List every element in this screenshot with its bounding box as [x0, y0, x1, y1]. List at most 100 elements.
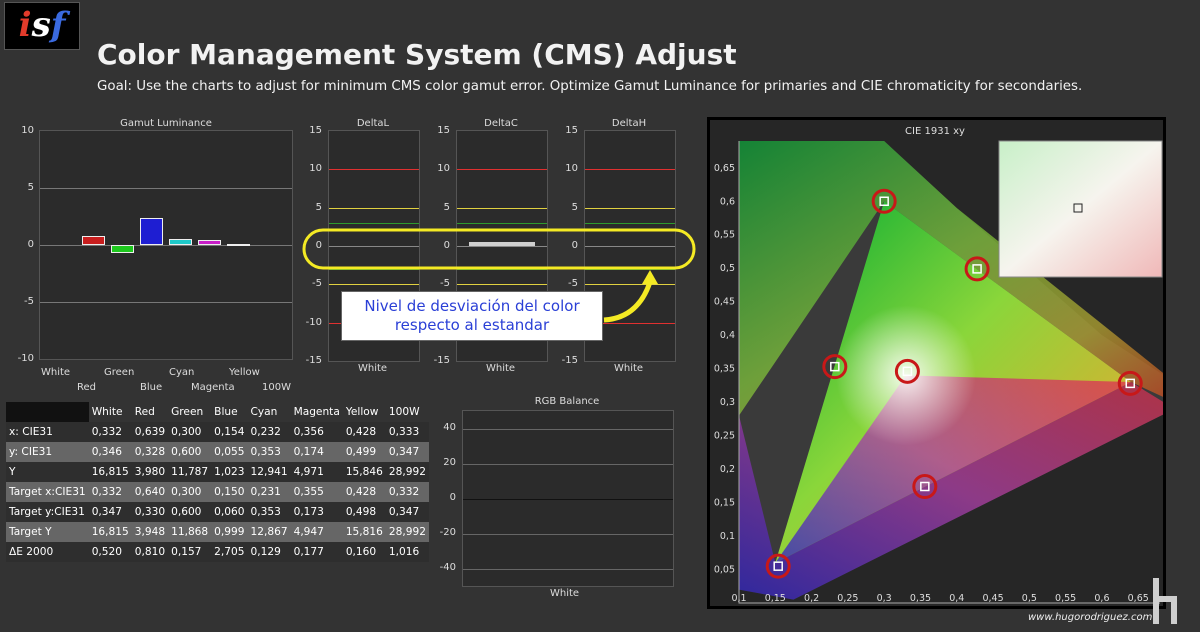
cie-ytick: 0,6 [720, 196, 735, 207]
gamut-ytick: 0 [27, 239, 34, 250]
gamut-chart-title: Gamut Luminance [120, 118, 212, 129]
table-row: x: CIE31 0,332 0,639 0,300 0,154 0,232 0,356 0,… [6, 422, 429, 442]
table-cell: 0,150 [211, 482, 248, 502]
annotation-line: respecto al estandar [394, 316, 550, 334]
cie-xtick: 0,15 [765, 593, 786, 604]
gamut-luminance-plot [39, 130, 293, 360]
threshold-line [329, 169, 419, 171]
table-cell: 0,640 [131, 482, 169, 502]
delta-ytick: -5 [440, 278, 450, 290]
gridline [40, 245, 292, 246]
gamut-xlabel: Magenta [191, 382, 235, 393]
table-cell: 0,231 [247, 482, 291, 502]
cie-xtick: 0,65 [1128, 593, 1149, 604]
table-cell: 15,816 [342, 522, 386, 542]
table-cell: 0,157 [168, 542, 212, 562]
threshold-line [457, 169, 547, 171]
gridline [40, 188, 292, 189]
page-title: Color Management System (CMS) Adjust [97, 38, 737, 71]
rgb-ytick: 20 [443, 457, 456, 468]
rgb-ytick: 40 [443, 422, 456, 433]
gamut-xlabel: White [41, 367, 71, 378]
table-cell: 1,016 [385, 542, 429, 562]
table-cell: 11,787 [168, 462, 212, 482]
table-row: Target Y 16,815 3,948 11,868 0,999 12,867 4,94… [6, 522, 429, 542]
threshold-line [457, 223, 547, 224]
threshold-line [457, 284, 547, 286]
table-cell: 0,600 [168, 502, 212, 522]
table-cell: 0,154 [211, 422, 248, 442]
table-cell: 0,129 [247, 542, 291, 562]
table-cell: 0,353 [247, 442, 291, 462]
table-cell: 4,971 [290, 462, 343, 482]
highlight-ellipse [302, 228, 696, 270]
table-cell: 28,992 [385, 522, 429, 542]
table-cell: 0,174 [290, 442, 343, 462]
gamut-ytick: -10 [17, 353, 34, 364]
table-row-label: Target y:CIE31 [6, 502, 89, 522]
gamut-bar-magenta [198, 240, 221, 245]
table-cell: 0,060 [211, 502, 248, 522]
table-cell: 0,639 [131, 422, 169, 442]
table-header-cell: 100W [385, 402, 429, 422]
delta-ytick: -10 [305, 316, 322, 328]
delta-ytick: 10 [309, 163, 322, 175]
table-cell: 1,023 [211, 462, 248, 482]
gamut-xlabel: Red [77, 382, 96, 393]
gridline [463, 568, 673, 570]
table-cell: 2,705 [211, 542, 248, 562]
table-row: Target y:CIE31 0,347 0,330 0,600 0,060 0,353 0… [6, 502, 429, 522]
cie-ytick: 0,35 [714, 364, 735, 375]
table-cell: 11,868 [168, 522, 212, 542]
gamut-ytick: 5 [27, 182, 34, 193]
table-cell: 0,520 [88, 542, 132, 562]
threshold-line [329, 223, 419, 224]
cie-diagram: 0,65 0,6 0,55 0,5 0,45 0,4 0,35 0,3 0,25 0,2 0,15 0… [714, 140, 1163, 604]
cie-ytick: 0,25 [714, 431, 735, 442]
delta-ytick: -5 [312, 278, 322, 290]
cie-ytick: 0,05 [714, 565, 735, 576]
cie-ytick: 0,4 [720, 330, 735, 341]
table-cell: 0,356 [290, 422, 343, 442]
gridline [463, 428, 673, 430]
threshold-line [585, 169, 675, 171]
table-cell: 0,498 [342, 502, 386, 522]
threshold-line [585, 207, 675, 209]
table-cell: 0,330 [131, 502, 169, 522]
gridline [463, 498, 673, 500]
table-cell: 0,300 [168, 482, 212, 502]
table-cell: 0,300 [168, 422, 212, 442]
table-cell: 0,328 [131, 442, 169, 462]
cie-ytick: 0,2 [720, 464, 735, 475]
cie-xtick: 0,1 [731, 593, 746, 604]
table-header-cell [6, 402, 89, 422]
cie-xtick: 0,25 [837, 593, 858, 604]
annotation-callout: Nivel de desviación del color respecto a… [341, 291, 603, 341]
gamut-xlabel: 100W [262, 382, 291, 393]
cie-ytick: 0,5 [720, 263, 735, 274]
cie-xtick: 0,5 [1022, 593, 1037, 604]
table-header-cell: Green [168, 402, 212, 422]
threshold-line [457, 207, 547, 209]
table-cell: 0,353 [247, 502, 291, 522]
table-cell: 0,055 [211, 442, 248, 462]
rgb-xlabel: White [550, 588, 580, 599]
delta-ytick: -15 [433, 354, 450, 366]
gridline [40, 302, 292, 303]
rgb-ytick: -40 [439, 562, 456, 573]
table-header-cell: Cyan [247, 402, 291, 422]
table-cell: 28,992 [385, 462, 429, 482]
deltaL-title: DeltaL [356, 118, 390, 129]
measurement-table: White Red Green Blue Cyan Magenta Yellow 100W x:… [6, 402, 429, 562]
delta-ytick: 10 [437, 163, 450, 175]
deltaC-title: DeltaC [484, 118, 518, 129]
hr-logo-icon [1151, 578, 1181, 624]
cie-ytick: 0,3 [720, 397, 735, 408]
table-cell: 0,332 [88, 422, 132, 442]
table-header-cell: Yellow [342, 402, 386, 422]
cie-zoom-inset [998, 140, 1163, 278]
table-row: ΔE 2000 0,520 0,810 0,157 2,705 0,129 0,177 0,1… [6, 542, 429, 562]
table-cell: 0,332 [385, 482, 429, 502]
table-cell: 0,600 [168, 442, 212, 462]
table-header-row: White Red Green Blue Cyan Magenta Yellow 100W [6, 402, 429, 422]
